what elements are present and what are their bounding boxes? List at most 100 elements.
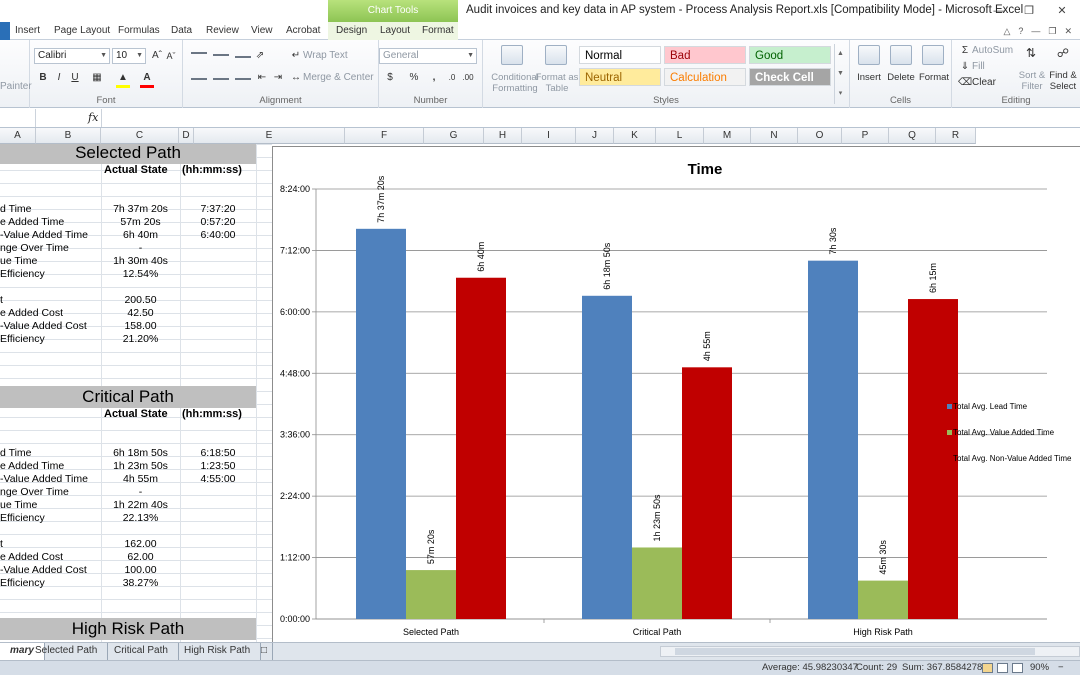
time-chart[interactable]: Time 0:00:00 1:12:00 2:24:00 3:36:00 4:48:00 6… — [272, 146, 1080, 642]
column-header-g[interactable]: G — [424, 128, 484, 144]
actual-state-value[interactable]: 1h 22m 40s — [101, 499, 180, 512]
column-header-q[interactable]: Q — [889, 128, 936, 144]
workbook-restore-icon[interactable]: ❐ — [1048, 26, 1056, 37]
actual-state-value[interactable]: 38.27% — [101, 577, 180, 590]
align-center-icon[interactable] — [213, 78, 229, 80]
insert-function-icon[interactable]: fx — [88, 111, 98, 124]
sort-filter-icon[interactable]: ⇅ — [1024, 46, 1038, 60]
actual-state-value[interactable]: 7h 37m 20s — [101, 203, 180, 216]
align-middle-icon[interactable] — [213, 54, 229, 56]
delete-cells-button[interactable]: Delete — [886, 72, 916, 83]
tab-formulas[interactable]: Formulas — [118, 22, 160, 40]
grow-font-icon[interactable]: Aˆ — [150, 49, 164, 63]
font-name-combo[interactable]: Calibri ▼ — [34, 48, 110, 64]
insert-cells-button[interactable]: Insert — [854, 72, 884, 83]
hhmmss-value[interactable]: 1:23:50 — [180, 460, 256, 473]
hhmmss-value[interactable]: 0:57:20 — [180, 216, 256, 229]
style-check-cell[interactable]: Check Cell — [749, 68, 831, 86]
column-header-r[interactable]: R — [936, 128, 976, 144]
conditional-formatting-icon[interactable] — [501, 45, 523, 65]
currency-button[interactable]: $ — [383, 71, 397, 85]
increase-decimal-icon[interactable]: .0 — [445, 71, 459, 85]
close-icon[interactable]: ✕ — [1044, 0, 1080, 22]
percent-button[interactable]: % — [407, 71, 421, 85]
column-header-n[interactable]: N — [751, 128, 798, 144]
actual-state-value[interactable]: 12.54% — [101, 268, 180, 281]
sheet-tab-high-risk-path[interactable]: High Risk Path — [174, 643, 262, 660]
actual-state-value[interactable]: 4h 55m — [101, 473, 180, 486]
autosum-button[interactable]: AutoSum — [972, 44, 1013, 58]
column-header-c[interactable]: C — [101, 128, 179, 144]
column-header-m[interactable]: M — [704, 128, 751, 144]
sheet-tab-selected-path[interactable]: Selected Path — [25, 643, 109, 660]
column-header-l[interactable]: L — [656, 128, 704, 144]
style-neutral[interactable]: Neutral — [579, 68, 661, 86]
actual-state-value[interactable]: - — [101, 242, 180, 255]
tab-data[interactable]: Data — [171, 22, 192, 40]
align-left-icon[interactable] — [191, 78, 207, 80]
fill-button[interactable]: Fill — [972, 60, 985, 74]
actual-state-value[interactable]: 1h 30m 40s — [101, 255, 180, 268]
fill-down-icon[interactable]: ⇓ — [958, 60, 972, 74]
column-header-p[interactable]: P — [842, 128, 889, 144]
minimize-ribbon-icon[interactable]: △ — [1003, 26, 1010, 37]
underline-button[interactable]: U — [68, 71, 82, 85]
tab-view[interactable]: View — [251, 22, 273, 40]
align-bottom-icon[interactable] — [235, 56, 251, 58]
actual-state-value[interactable]: - — [101, 486, 180, 499]
hhmmss-value[interactable]: 6:18:50 — [180, 447, 256, 460]
align-right-icon[interactable] — [235, 78, 251, 80]
find-select-button[interactable]: Find & Select — [1048, 70, 1078, 92]
column-header-e[interactable]: E — [194, 128, 345, 144]
column-header-b[interactable]: B — [36, 128, 101, 144]
column-header-a[interactable]: A — [0, 128, 36, 144]
hhmmss-value[interactable]: 7:37:20 — [180, 203, 256, 216]
style-normal[interactable]: Normal — [579, 46, 661, 64]
merge-center-button[interactable]: Merge & Center — [303, 71, 374, 85]
scroll-thumb[interactable] — [675, 648, 1035, 655]
actual-state-value[interactable]: 62.00 — [101, 551, 180, 564]
column-header-o[interactable]: O — [798, 128, 842, 144]
insert-sheet-icon[interactable]: □ — [256, 643, 274, 660]
chevron-down-icon[interactable]: ▼ — [835, 64, 846, 84]
style-bad[interactable]: Bad — [664, 46, 746, 64]
sheet-tab-critical-path[interactable]: Critical Path — [104, 643, 179, 660]
actual-state-value[interactable]: 200.50 — [101, 294, 180, 307]
font-color-icon[interactable]: A — [140, 71, 154, 85]
file-tab[interactable] — [0, 22, 10, 40]
tab-review[interactable]: Review — [206, 22, 239, 40]
zoom-level[interactable]: 90% — [1030, 662, 1049, 673]
column-header-k[interactable]: K — [614, 128, 656, 144]
italic-button[interactable]: I — [52, 71, 66, 85]
tab-layout[interactable]: Layout — [380, 22, 410, 40]
actual-state-value[interactable]: 100.00 — [101, 564, 180, 577]
workbook-minimize-icon[interactable]: — — [1031, 26, 1040, 37]
column-header-j[interactable]: J — [576, 128, 614, 144]
page-break-view-icon[interactable] — [1012, 663, 1023, 673]
tab-insert[interactable]: Insert — [15, 22, 40, 40]
chevron-up-icon[interactable]: ▲ — [835, 44, 846, 64]
format-cells-icon[interactable] — [922, 45, 944, 65]
fill-color-icon[interactable]: ▲ — [116, 71, 130, 85]
wrap-text-icon[interactable]: ↵ — [289, 49, 303, 63]
sort-filter-button[interactable]: Sort & Filter — [1014, 70, 1050, 92]
worksheet-cells[interactable]: Selected Path Actual State (hh:mm:ss) d Tim… — [0, 144, 272, 642]
name-box[interactable] — [0, 109, 36, 127]
page-layout-view-icon[interactable] — [997, 663, 1008, 673]
minimize-icon[interactable]: — — [984, 0, 1014, 22]
workbook-close-icon[interactable]: ✕ — [1064, 26, 1072, 37]
horizontal-scrollbar[interactable] — [660, 646, 1080, 657]
actual-state-value[interactable]: 42.50 — [101, 307, 180, 320]
wrap-text-button[interactable]: Wrap Text — [303, 49, 348, 63]
actual-state-value[interactable]: 21.20% — [101, 333, 180, 346]
clear-button[interactable]: Clear — [972, 76, 996, 90]
decrease-indent-icon[interactable]: ⇤ — [255, 71, 269, 85]
format-as-table-button[interactable]: Format as Table — [535, 72, 579, 94]
help-icon[interactable]: ? — [1018, 26, 1023, 37]
number-format-combo[interactable]: General ▼ — [379, 48, 477, 64]
normal-view-icon[interactable] — [982, 663, 993, 673]
delete-cells-icon[interactable] — [890, 45, 912, 65]
hhmmss-value[interactable]: 6:40:00 — [180, 229, 256, 242]
column-header-h[interactable]: H — [484, 128, 522, 144]
comma-button[interactable]: , — [427, 71, 441, 85]
